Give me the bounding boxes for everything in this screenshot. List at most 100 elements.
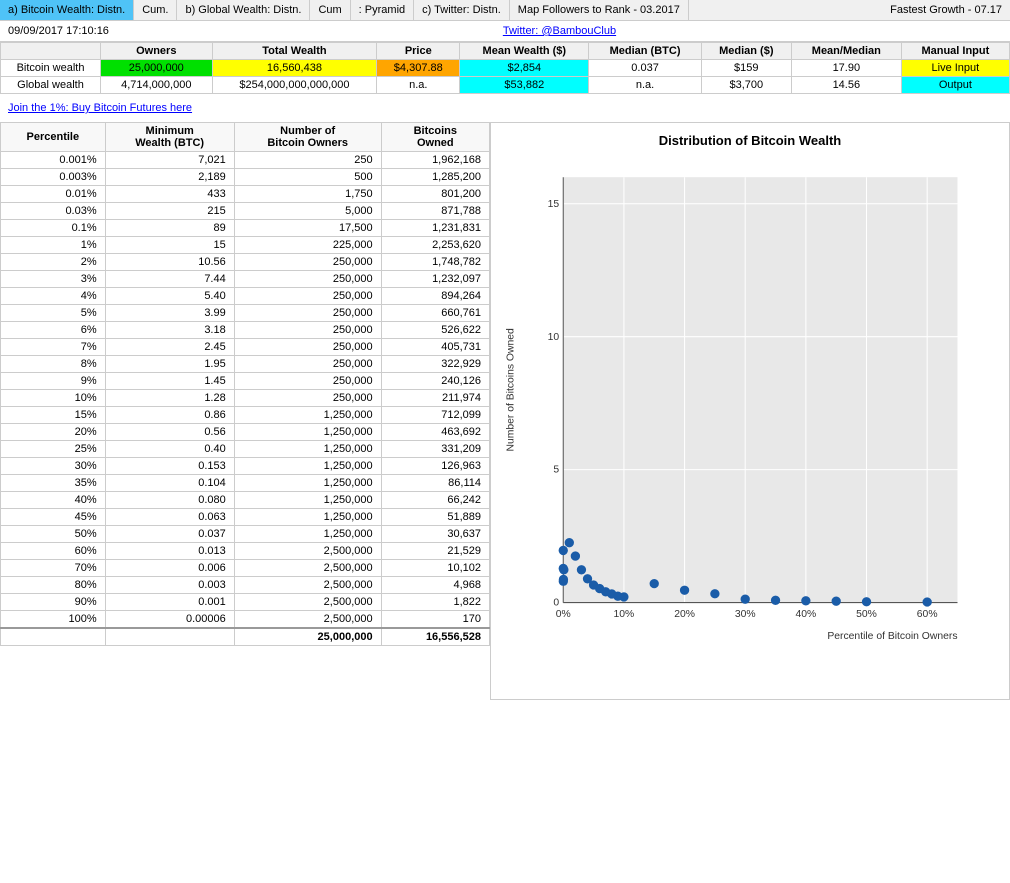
table-cell-4-0: 0.1%: [1, 220, 106, 237]
table-cell-25-2: 2,500,000: [234, 577, 381, 594]
main-area: Percentile MinimumWealth (BTC) Number of…: [0, 122, 1010, 700]
table-cell-11-2: 250,000: [234, 339, 381, 356]
table-cell-16-0: 20%: [1, 424, 106, 441]
table-cell-22-1: 0.037: [105, 526, 234, 543]
stats-header-manual-input: Manual Input: [901, 43, 1009, 60]
table-cell-12-2: 250,000: [234, 356, 381, 373]
col-header-num-owners: Number ofBitcoin Owners: [234, 123, 381, 152]
table-cell-0-3: 1,962,168: [381, 152, 489, 169]
table-row: 9%1.45250,000240,126: [1, 373, 490, 390]
table-cell-1-2: 500: [234, 169, 381, 186]
table-cell-18-0: 30%: [1, 458, 106, 475]
svg-text:50%: 50%: [856, 609, 877, 620]
svg-text:60%: 60%: [917, 609, 938, 620]
table-cell-8-0: 4%: [1, 288, 106, 305]
tab-map-followers[interactable]: Map Followers to Rank - 03.2017: [510, 0, 689, 20]
table-cell-3-1: 215: [105, 203, 234, 220]
stats-label-global: Global wealth: [1, 77, 101, 94]
table-cell-23-1: 0.013: [105, 543, 234, 560]
chart-svg: 0%10%20%30%40%50%60%051015Number of Bitc…: [501, 156, 999, 686]
table-cell-20-1: 0.080: [105, 492, 234, 509]
table-cell-12-1: 1.95: [105, 356, 234, 373]
table-cell-11-1: 2.45: [105, 339, 234, 356]
table-row: 80%0.0032,500,0004,968: [1, 577, 490, 594]
table-row: 6%3.18250,000526,622: [1, 322, 490, 339]
tab-cum-1[interactable]: Cum.: [134, 0, 177, 20]
table-row: 0.01%4331,750801,200: [1, 186, 490, 203]
stats-header-price: Price: [377, 43, 460, 60]
table-cell-5-0: 1%: [1, 237, 106, 254]
table-cell-26-1: 0.001: [105, 594, 234, 611]
table-row: 8%1.95250,000322,929: [1, 356, 490, 373]
table-cell-6-3: 1,748,782: [381, 254, 489, 271]
table-cell-22-3: 30,637: [381, 526, 489, 543]
table-row: 0.03%2155,000871,788: [1, 203, 490, 220]
stats-header-mean-median: Mean/Median: [791, 43, 901, 60]
stats-header-median-usd: Median ($): [701, 43, 791, 60]
table-cell-24-0: 70%: [1, 560, 106, 577]
table-cell-5-2: 225,000: [234, 237, 381, 254]
table-row: 20%0.561,250,000463,692: [1, 424, 490, 441]
tab-twitter-distn[interactable]: c) Twitter: Distn.: [414, 0, 510, 20]
table-cell-7-0: 3%: [1, 271, 106, 288]
table-row: 25%0.401,250,000331,209: [1, 441, 490, 458]
svg-text:10%: 10%: [614, 609, 635, 620]
table-cell-0-2: 250: [234, 152, 381, 169]
tab-cum-2[interactable]: Cum: [310, 0, 350, 20]
table-cell-7-3: 1,232,097: [381, 271, 489, 288]
table-cell-1-3: 1,285,200: [381, 169, 489, 186]
table-cell-1-0: 0.003%: [1, 169, 106, 186]
svg-text:30%: 30%: [735, 609, 756, 620]
table-cell-15-1: 0.86: [105, 407, 234, 424]
table-cell-23-2: 2,500,000: [234, 543, 381, 560]
stats-median-usd-bitcoin: $159: [701, 60, 791, 77]
table-cell-19-1: 0.104: [105, 475, 234, 492]
table-cell-4-1: 89: [105, 220, 234, 237]
svg-text:15: 15: [548, 199, 560, 210]
tab-bitcoin-wealth-distn[interactable]: a) Bitcoin Wealth: Distn.: [0, 0, 134, 20]
tab-global-wealth-distn[interactable]: b) Global Wealth: Distn.: [177, 0, 310, 20]
table-cell-17-1: 0.40: [105, 441, 234, 458]
stats-header-label: [1, 43, 101, 60]
table-cell-23-0: 60%: [1, 543, 106, 560]
totals-btc: 16,556,528: [381, 628, 489, 646]
table-cell-14-1: 1.28: [105, 390, 234, 407]
table-cell-11-3: 405,731: [381, 339, 489, 356]
col-header-percentile: Percentile: [1, 123, 106, 152]
table-cell-12-0: 8%: [1, 356, 106, 373]
table-cell-14-2: 250,000: [234, 390, 381, 407]
table-cell-17-2: 1,250,000: [234, 441, 381, 458]
table-cell-13-3: 240,126: [381, 373, 489, 390]
join-link[interactable]: Join the 1%: Buy Bitcoin Futures here: [4, 98, 196, 118]
stats-row-global: Global wealth 4,714,000,000 $254,000,000…: [1, 77, 1010, 94]
chart-title: Distribution of Bitcoin Wealth: [501, 133, 999, 148]
stats-manual-input-bitcoin[interactable]: Live Input: [901, 60, 1009, 77]
table-cell-9-0: 5%: [1, 305, 106, 322]
table-cell-20-0: 40%: [1, 492, 106, 509]
table-cell-14-0: 10%: [1, 390, 106, 407]
table-cell-21-2: 1,250,000: [234, 509, 381, 526]
chart-container: Distribution of Bitcoin Wealth 0%10%20%3…: [490, 122, 1010, 700]
table-cell-10-3: 526,622: [381, 322, 489, 339]
table-row: 45%0.0631,250,00051,889: [1, 509, 490, 526]
table-cell-14-3: 211,974: [381, 390, 489, 407]
tab-pyramid[interactable]: : Pyramid: [351, 0, 414, 20]
svg-text:Percentile of Bitcoin Owners: Percentile of Bitcoin Owners: [827, 631, 957, 642]
table-cell-2-1: 433: [105, 186, 234, 203]
stats-total-wealth-bitcoin: 16,560,438: [212, 60, 377, 77]
totals-owners: 25,000,000: [234, 628, 381, 646]
stats-price-bitcoin: $4,307.88: [377, 60, 460, 77]
table-cell-19-0: 35%: [1, 475, 106, 492]
table-cell-26-3: 1,822: [381, 594, 489, 611]
table-cell-2-2: 1,750: [234, 186, 381, 203]
table-cell-0-1: 7,021: [105, 152, 234, 169]
table-cell-20-3: 66,242: [381, 492, 489, 509]
table-cell-3-2: 5,000: [234, 203, 381, 220]
stats-header-owners: Owners: [101, 43, 213, 60]
twitter-link[interactable]: Twitter: @BambouClub: [495, 25, 624, 37]
table-cell-24-1: 0.006: [105, 560, 234, 577]
totals-min-wealth: [105, 628, 234, 646]
table-cell-17-3: 331,209: [381, 441, 489, 458]
stats-label-bitcoin: Bitcoin wealth: [1, 60, 101, 77]
top-navigation: a) Bitcoin Wealth: Distn. Cum. b) Global…: [0, 0, 1010, 21]
